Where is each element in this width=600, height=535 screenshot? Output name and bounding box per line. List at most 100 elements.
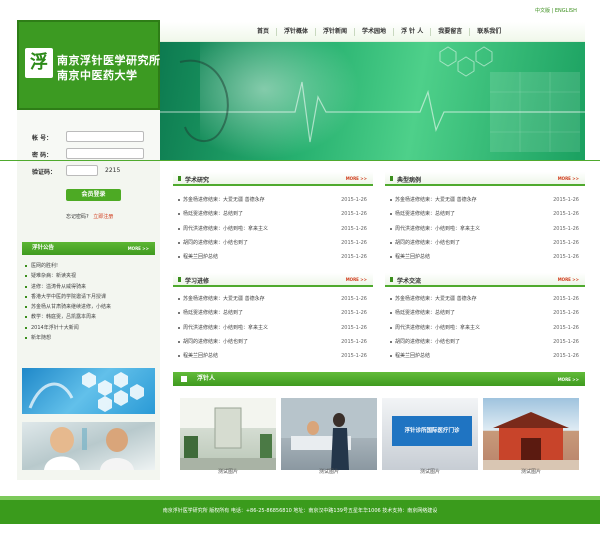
panel-study-more[interactable]: MORE >> xyxy=(346,277,367,282)
nav-home[interactable]: 首页 xyxy=(250,28,276,36)
item-title: 胡同的进修结束：小结也到了 xyxy=(395,239,461,246)
captcha-input[interactable] xyxy=(66,165,98,176)
list-item[interactable]: 胡同的进修结束：小结也到了 2015-1-26 xyxy=(389,236,579,250)
list-item[interactable]: 程美兰回炉总结 2015-1-26 xyxy=(177,349,367,363)
banner-artwork xyxy=(160,46,585,152)
gallery-image-clinic-sign[interactable]: 浮针诊所国际医疗门诊 xyxy=(382,398,478,470)
list-item[interactable]: 胡同的进修结束：小结也到了 2015-1-26 xyxy=(177,236,367,250)
username-input[interactable] xyxy=(66,131,144,142)
password-input[interactable] xyxy=(66,148,144,159)
item-date: 2015-1-26 xyxy=(341,310,367,317)
notice-item[interactable]: 苏金杨从甘肃骑来继续进修，小结来 xyxy=(22,302,155,312)
notice-item[interactable]: 2014年浮针十大新闻 xyxy=(22,323,155,333)
item-title: 杨廷雯进修结束：总结到了 xyxy=(183,310,244,317)
item-date: 2015-1-26 xyxy=(341,254,367,261)
gallery-header: 浮针人 MORE >> xyxy=(173,372,585,386)
gallery-image-hospital-hall[interactable] xyxy=(180,398,276,470)
panel-academic-title: 学术研究 xyxy=(177,176,210,184)
nav-message[interactable]: 我要留言 xyxy=(430,28,469,36)
item-title: 程美兰回炉总结 xyxy=(395,353,431,360)
item-date: 2015-1-26 xyxy=(341,338,367,345)
login-button[interactable]: 会员登录 xyxy=(66,189,121,201)
list-item[interactable]: 程美兰回炉总结 2015-1-26 xyxy=(177,250,367,264)
notice-item[interactable]: 医网的胜利! xyxy=(22,261,155,271)
item-title: 程美兰回炉总结 xyxy=(183,353,219,360)
list-item[interactable]: 周代洪进修结束：小结到啦：拿来主义 2015-1-26 xyxy=(389,321,579,335)
notice-item[interactable]: 进修：溢涛骨从威得骑来 xyxy=(22,282,155,292)
notice-more-link[interactable]: MORE >> xyxy=(128,242,149,255)
captcha-code: 2215 xyxy=(105,167,121,174)
gallery-image-treatment[interactable] xyxy=(281,398,377,470)
hero-banner xyxy=(160,42,585,160)
item-title: 杨廷雯进修结束：总结到了 xyxy=(183,211,244,218)
notice-item[interactable]: 疑难杂病：新读夹视 xyxy=(22,271,155,281)
list-item[interactable]: 胡同的进修结束：小结也到了 2015-1-26 xyxy=(389,335,579,349)
panel-study-list: 苏金杨进修结束：大爱无疆 善德永存 2015-1-26 杨廷雯进修结束：总结到了 2… xyxy=(177,292,367,363)
gallery-more-link[interactable]: MORE >> xyxy=(558,373,579,387)
nav-news[interactable]: 浮针新闻 xyxy=(315,28,354,36)
gallery-caption: 测试图片 xyxy=(520,469,541,475)
item-title: 周代洪进修结束：小结到啦：拿来主义 xyxy=(395,324,481,331)
treatment-scene xyxy=(281,398,377,470)
lang-en-link[interactable]: ENGLISH xyxy=(555,8,577,14)
list-item[interactable]: 苏金杨进修结束：大爱无疆 善德永存 2015-1-26 xyxy=(177,193,367,207)
logo-title-line1: 南京浮针医学研究所 xyxy=(57,54,161,67)
list-item[interactable]: 杨廷雯进修结束：总结到了 2015-1-26 xyxy=(389,207,579,221)
gallery-caption: 测试图片 xyxy=(419,469,440,475)
panel-cases-title: 典型病例 xyxy=(389,176,422,184)
notice-item[interactable]: 香港大学中医药学院邀请下月授课 xyxy=(22,292,155,302)
list-item[interactable]: 苏金杨进修结束：大爱无疆 善德永存 2015-1-26 xyxy=(389,193,579,207)
item-title: 杨廷雯进修结束：总结到了 xyxy=(395,211,456,218)
list-item[interactable]: 苏金杨进修结束：大爱无疆 善德永存 2015-1-26 xyxy=(389,292,579,306)
item-date: 2015-1-26 xyxy=(341,324,367,331)
item-date: 2015-1-26 xyxy=(553,310,579,317)
logo-title-line2: 南京中医药大学 xyxy=(57,69,138,82)
list-item[interactable]: 杨廷雯进修结束：总结到了 2015-1-26 xyxy=(177,207,367,221)
item-title: 苏金杨进修结束：大爱无疆 善德永存 xyxy=(183,197,265,203)
item-date: 2015-1-26 xyxy=(341,211,367,218)
notice-item[interactable]: 教学：韩庭雯，吕凯露本周来 xyxy=(22,312,155,322)
gate-scene xyxy=(483,412,579,470)
panel-exchange-more[interactable]: MORE >> xyxy=(558,277,579,282)
register-link[interactable]: 立即注册 xyxy=(93,214,113,220)
item-title: 胡同的进修结束：小结也到了 xyxy=(183,239,249,246)
site-logo[interactable]: 浮 南京浮针医学研究所 南京中医药大学 xyxy=(17,20,160,110)
panel-academic-more[interactable]: MORE >> xyxy=(346,176,367,181)
item-date: 2015-1-26 xyxy=(341,353,367,360)
footer-text: 南京浮针医学研究所 版权所有 电话：+86-25-86856810 地址：南京汉… xyxy=(162,508,438,514)
nav-contact[interactable]: 联系我们 xyxy=(469,28,508,36)
panel-cases-list: 苏金杨进修结束：大爱无疆 善德永存 2015-1-26 杨廷雯进修结束：总结到了 2… xyxy=(389,193,579,264)
item-date: 2015-1-26 xyxy=(553,197,579,203)
list-item[interactable]: 苏金杨进修结束：大爱无疆 善德永存 2015-1-26 xyxy=(177,292,367,306)
item-title: 苏金杨进修结束：大爱无疆 善德永存 xyxy=(395,296,477,302)
list-item[interactable]: 杨廷雯进修结束：总结到了 2015-1-26 xyxy=(177,306,367,320)
medical-icons-image xyxy=(22,368,155,414)
lang-cn-link[interactable]: 中文版 xyxy=(535,8,550,14)
forgot-password-link[interactable]: 忘记密码? xyxy=(66,214,89,220)
panel-study-title: 学习进修 xyxy=(177,277,210,285)
list-item[interactable]: 周代洪进修结束：小结到啦：拿来主义 2015-1-26 xyxy=(177,321,367,335)
hexagon-icons xyxy=(28,372,144,412)
notice-item[interactable]: 新年随想 xyxy=(22,333,155,343)
header-underline xyxy=(0,160,600,161)
lab-scene xyxy=(44,427,134,470)
list-item[interactable]: 周代洪进修结束：小结到啦：拿来主义 2015-1-26 xyxy=(389,222,579,236)
gallery-image-traditional-gate[interactable] xyxy=(483,398,579,470)
nav-academic[interactable]: 学术园地 xyxy=(354,28,393,36)
list-item[interactable]: 程美兰回炉总结 2015-1-26 xyxy=(389,250,579,264)
list-item[interactable]: 程美兰回炉总结 2015-1-26 xyxy=(389,349,579,363)
panel-cases-more[interactable]: MORE >> xyxy=(558,176,579,181)
nav-overview[interactable]: 浮针概体 xyxy=(276,28,315,36)
panel-academic-list: 苏金杨进修结束：大爱无疆 善德永存 2015-1-26 杨廷雯进修结束：总结到了 2… xyxy=(177,193,367,264)
nav-people[interactable]: 浮 针 人 xyxy=(393,28,430,36)
panel-exchange-title: 学术交流 xyxy=(389,277,422,285)
list-item[interactable]: 胡同的进修结束：小结也到了 2015-1-26 xyxy=(177,335,367,349)
item-title: 胡同的进修结束：小结也到了 xyxy=(395,338,461,345)
password-label: 密 码： xyxy=(32,152,53,159)
list-item[interactable]: 周代洪进修结束：小结到啦：拿来主义 2015-1-26 xyxy=(177,222,367,236)
item-title: 苏金杨进修结束：大爱无疆 善德永存 xyxy=(395,197,477,203)
list-item[interactable]: 杨廷雯进修结束：总结到了 2015-1-26 xyxy=(389,306,579,320)
lab-scientists-image xyxy=(22,422,155,470)
panel-exchange-list: 苏金杨进修结束：大爱无疆 善德永存 2015-1-26 杨廷雯进修结束：总结到了 2… xyxy=(389,292,579,363)
item-title: 周代洪进修结束：小结到啦：拿来主义 xyxy=(395,225,481,232)
